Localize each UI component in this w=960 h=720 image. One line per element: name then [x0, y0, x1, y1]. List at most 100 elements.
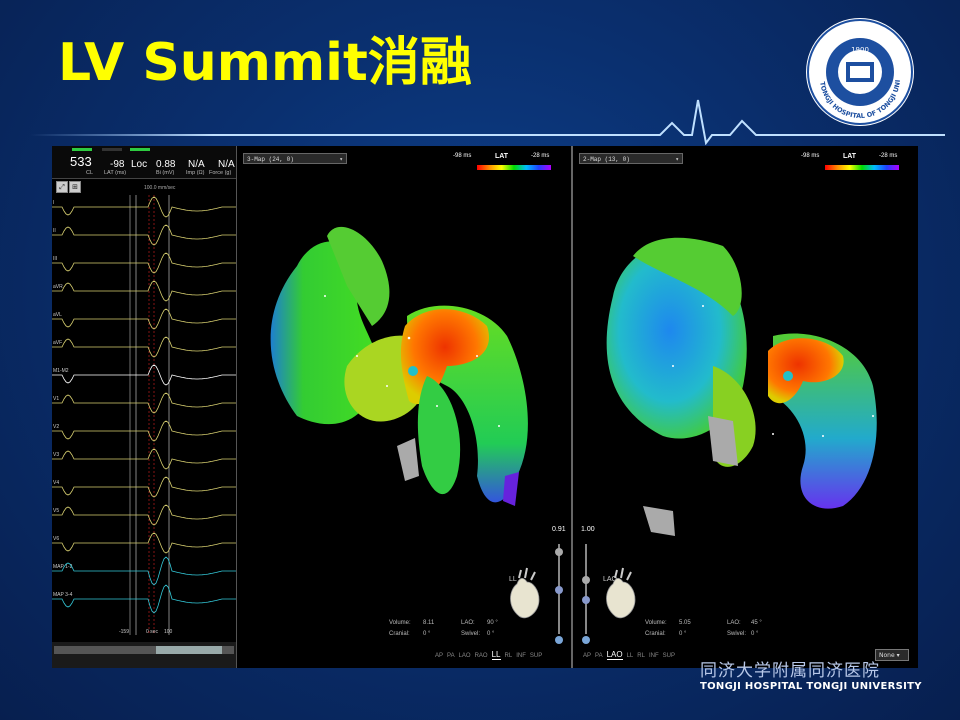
time-marker: 100 — [164, 629, 173, 635]
status-indicator — [72, 148, 92, 151]
lat-value: -98 — [110, 159, 125, 170]
view-tab-ll[interactable]: LL — [491, 650, 501, 660]
view-tab-ap[interactable]: AP — [435, 653, 443, 659]
view-tab-rl[interactable]: RL — [505, 653, 513, 659]
loc-value: Loc — [131, 159, 148, 170]
lat-min-label: -98 ms — [453, 153, 472, 159]
lat-max-label: -28 ms — [879, 153, 898, 159]
time-marker: -159 — [119, 629, 129, 635]
egm-trace — [52, 196, 236, 218]
channel-label: V3 — [53, 452, 59, 458]
hospital-logo: 1900 TONGJI HOSPITAL OF TONGJI UNIVERSIT… — [803, 12, 914, 126]
view-tab-sup[interactable]: SUP — [663, 653, 675, 659]
lat-max-label: -28 ms — [531, 153, 550, 159]
egm-trace — [52, 392, 236, 414]
status-indicator — [130, 148, 150, 151]
view-tabs-2[interactable]: AP PA LAO LL RL INF SUP — [583, 650, 679, 660]
egm-trace — [52, 224, 236, 246]
view-tab-sup[interactable]: SUP — [530, 653, 542, 659]
view-tab-lao[interactable]: LAO — [459, 653, 471, 659]
bi-label: Bi (mV) — [156, 170, 175, 176]
map-select-1[interactable]: 3-Map (24, 0) ▾ — [243, 153, 347, 164]
channel-label: aVL — [53, 312, 62, 318]
lat-title: LAT — [495, 153, 509, 160]
channel-label: III — [53, 256, 57, 262]
map-view-2[interactable]: 2-Map (13, 0) ▾ -98 ms LAT -28 ms 1.00 L… — [573, 146, 918, 668]
lat-title: LAT — [843, 153, 857, 160]
cl-value: 533 — [70, 154, 92, 169]
channel-label: V5 — [53, 508, 59, 514]
time-marker: 0 sec — [146, 629, 158, 635]
view-tab-ll[interactable]: LL — [627, 653, 634, 659]
egm-trace — [52, 556, 236, 586]
map-select-2[interactable]: 2-Map (13, 0) ▾ — [579, 153, 683, 164]
view-tabs-1[interactable]: AP PA LAO RAO LL RL INF SUP — [435, 650, 546, 660]
opacity-value-2: 1.00 — [581, 526, 595, 533]
imp-label: Imp (Ω) — [186, 170, 205, 176]
egm-trace — [52, 336, 236, 358]
heart-orientation-icon[interactable] — [601, 566, 641, 622]
slider-knob[interactable] — [555, 548, 563, 556]
view-tab-inf[interactable]: INF — [649, 653, 659, 659]
egm-panel: 533 CL -98 LAT (ms) Loc 0.88 Bi (mV) N/A… — [52, 146, 237, 668]
channel-label: M1-M2 — [53, 368, 69, 374]
egm-traces: IIIIIIaVRaVLaVFM1-M2V1V2V3V4V5V6MAP 1-2M… — [52, 195, 236, 635]
channel-label: II — [53, 228, 56, 234]
lat-map-geometry-2[interactable] — [573, 176, 918, 576]
heart-orientation-icon[interactable] — [505, 566, 545, 622]
force-label: Force (g) — [209, 170, 232, 176]
channel-label: aVR — [53, 284, 63, 290]
view-tab-rl[interactable]: RL — [637, 653, 645, 659]
view-tab-pa[interactable]: PA — [447, 653, 455, 659]
egm-header: 533 CL -98 LAT (ms) Loc 0.88 Bi (mV) N/A… — [52, 146, 236, 179]
freeze-tool-button[interactable]: ⊞ — [69, 181, 81, 193]
egm-trace — [52, 584, 236, 614]
egm-trace — [52, 252, 236, 274]
view-tab-ap[interactable]: AP — [583, 653, 591, 659]
lat-colorbar-2: -98 ms LAT -28 ms — [795, 150, 905, 172]
view-tab-rao[interactable]: RAO — [475, 653, 488, 659]
channel-label: V1 — [53, 396, 59, 402]
sweep-speed: 100.0 mm/sec — [144, 185, 176, 191]
lat-map-geometry-1[interactable] — [237, 176, 571, 576]
egm-trace — [52, 280, 236, 302]
slider-knob[interactable] — [555, 586, 563, 594]
opacity-slider-2[interactable] — [581, 536, 591, 646]
rotate-button[interactable] — [582, 636, 590, 644]
lat-gradient — [825, 165, 899, 170]
slider-knob[interactable] — [582, 576, 590, 584]
hospital-name-en: TONGJI HOSPITAL TONGJI UNIVERSITY — [700, 681, 922, 692]
carto-window: 533 CL -98 LAT (ms) Loc 0.88 Bi (mV) N/A… — [52, 146, 918, 668]
slider-knob[interactable] — [582, 596, 590, 604]
egm-trace — [52, 476, 236, 498]
opacity-slider-1[interactable] — [554, 536, 564, 646]
channel-label: MAP 3-4 — [53, 592, 73, 598]
view-tab-pa[interactable]: PA — [595, 653, 603, 659]
lat-label: LAT (ms) — [104, 170, 127, 176]
rotate-button[interactable] — [555, 636, 563, 644]
egm-trace — [52, 364, 236, 386]
egm-trace — [52, 420, 236, 442]
lat-min-label: -98 ms — [801, 153, 820, 159]
lat-colorbar-1: -98 ms LAT -28 ms — [447, 150, 557, 172]
slide-title: LV Summit消融 — [58, 33, 472, 93]
lat-gradient — [477, 165, 551, 170]
zoom-tool-button[interactable]: ⤢ — [56, 181, 68, 193]
svg-text:1900: 1900 — [851, 46, 869, 54]
channel-label: V2 — [53, 424, 59, 430]
egm-trace — [52, 504, 236, 526]
channel-label: aVF — [53, 340, 62, 346]
egm-trace — [52, 308, 236, 330]
cl-label: CL — [86, 170, 94, 176]
egm-scroll-thumb[interactable] — [156, 646, 222, 654]
channel-label: V6 — [53, 536, 59, 542]
hospital-name-cn: 同济大学附属同济医院 — [700, 661, 880, 678]
egm-footer — [52, 642, 236, 668]
force-value: N/A — [218, 159, 235, 170]
view-tab-inf[interactable]: INF — [516, 653, 526, 659]
map-view-1[interactable]: 3-Map (24, 0) ▾ -98 ms LAT -28 ms 0.91 L… — [237, 146, 573, 668]
channel-label: V4 — [53, 480, 59, 486]
imp-value: N/A — [188, 159, 205, 170]
egm-trace — [52, 448, 236, 470]
view-tab-lao[interactable]: LAO — [606, 650, 623, 660]
